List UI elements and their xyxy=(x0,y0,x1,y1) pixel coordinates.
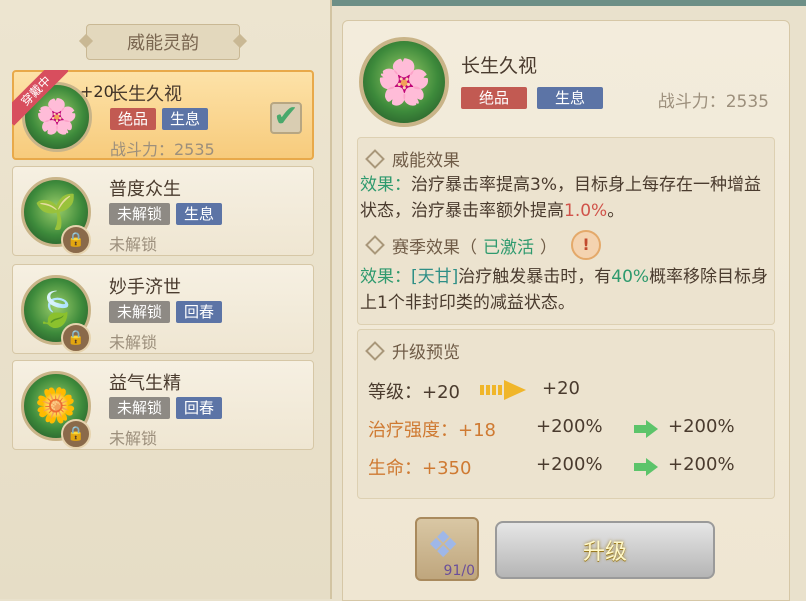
card-name: 益气生精 xyxy=(109,373,181,394)
card-name: 普度众生 xyxy=(109,179,181,200)
exclamation-icon[interactable]: ! xyxy=(571,230,601,260)
type-tag: 生息 xyxy=(537,87,603,109)
detail-name: 长生久视 xyxy=(461,55,538,77)
stat-label-hp: 生命：+350 xyxy=(368,458,472,479)
effect-box: 威能效果 效果：治疗暴击率提高3%，目标身上每存在一种增益状态，治疗暴击率额外提… xyxy=(357,137,775,325)
equipped-ribbon: 穿戴中 xyxy=(12,70,68,126)
upgrade-preview-box: 升级预览 等级：+20 +20 治疗强度：+18 +200% +200% 生命：… xyxy=(357,329,775,499)
item-count: 91/0 xyxy=(443,563,475,579)
pink-flower-icon: 🌸 xyxy=(359,37,449,127)
stat-label-heal: 治疗强度：+18 xyxy=(368,420,496,441)
upgrade-arrow-icon xyxy=(480,380,526,400)
equip-checkbox[interactable]: ✔ xyxy=(270,102,302,134)
spirit-card-2[interactable]: 🌱 🔒 普度众生 未解锁 生息 未解锁 xyxy=(12,166,314,256)
spirit-card-1[interactable]: 🌸 穿戴中 +20 长生久视 绝品 生息 战斗力：2535 ✔ xyxy=(12,70,314,160)
effect-heading: 威能效果 xyxy=(365,146,460,171)
detail-power: 战斗力：2535 xyxy=(657,92,769,112)
card-status: 未解锁 xyxy=(109,429,158,448)
section-title: 威能灵韵 xyxy=(86,24,240,60)
diamond-icon xyxy=(365,340,385,361)
card-name: 长生久视 xyxy=(110,84,182,105)
crystal-item-slot[interactable]: ❖ 91/0 xyxy=(415,517,479,581)
season-effect-text: 效果：[天甘]治疗触发暴击时，有40%概率移除目标身上1个非封印类的减益状态。 xyxy=(360,267,769,313)
card-status: 未解锁 xyxy=(109,235,158,254)
level-after: +20 xyxy=(542,378,580,399)
stat-before-hp: +200% xyxy=(536,454,603,475)
card-name: 妙手济世 xyxy=(109,277,181,298)
effect-text: 效果：治疗暴击率提高3%，目标身上每存在一种增益状态，治疗暴击率额外提高1.0%… xyxy=(360,175,761,221)
diamond-icon xyxy=(365,148,385,169)
lock-icon: 🔒 xyxy=(61,225,91,255)
detail-panel: 🌸 长生久视 绝品 生息 战斗力：2535 威能效果 效果：治疗暴击率提高3%，… xyxy=(342,20,790,601)
card-status: 未解锁 xyxy=(109,333,158,352)
type-tag: 生息 xyxy=(176,203,223,225)
green-arrow-icon xyxy=(634,458,658,476)
stat-after-heal: +200% xyxy=(668,416,735,437)
season-heading: 赛季效果（ 已激活） ! xyxy=(365,230,601,260)
lock-icon: 🔒 xyxy=(61,419,91,449)
type-tag: 回春 xyxy=(176,397,223,419)
green-arrow-icon xyxy=(634,420,658,438)
stat-before-heal: +200% xyxy=(536,416,603,437)
spirit-list-panel: 威能灵韵 🌸 穿戴中 +20 长生久视 绝品 生息 战斗力：2535 ✔ 🌱 🔒… xyxy=(0,0,332,599)
type-tag: 回春 xyxy=(176,301,223,323)
crystal-icon: ❖ xyxy=(427,525,460,566)
locked-tag: 未解锁 xyxy=(109,203,171,225)
quality-tag: 绝品 xyxy=(110,108,157,130)
diamond-icon xyxy=(365,235,385,255)
level-label: 等级：+20 xyxy=(368,382,460,403)
spirit-card-3[interactable]: 🍃 🔒 妙手济世 未解锁 回春 未解锁 xyxy=(12,264,314,354)
upgrade-heading: 升级预览 xyxy=(365,338,460,363)
quality-tag: 绝品 xyxy=(461,87,527,109)
level-badge: +20 xyxy=(80,82,114,101)
card-power: 战斗力：2535 xyxy=(110,140,215,159)
locked-tag: 未解锁 xyxy=(109,301,171,323)
spirit-card-4[interactable]: 🌼 🔒 益气生精 未解锁 回春 未解锁 xyxy=(12,360,314,450)
type-tag: 生息 xyxy=(162,108,209,130)
lock-icon: 🔒 xyxy=(61,323,91,353)
upgrade-button[interactable]: 升级 xyxy=(495,521,715,579)
stat-after-hp: +200% xyxy=(668,454,735,475)
locked-tag: 未解锁 xyxy=(109,397,171,419)
